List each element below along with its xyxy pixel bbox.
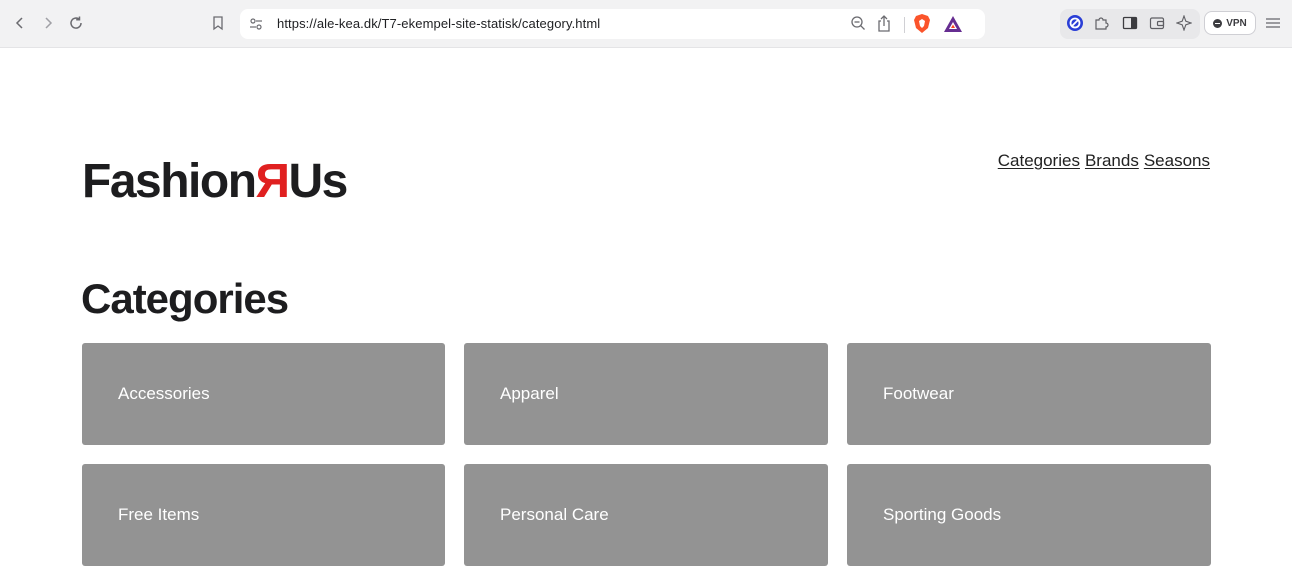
category-card-accessories[interactable]: Accessories (82, 343, 445, 445)
vpn-label: VPN (1226, 17, 1247, 29)
page-title: Categories (81, 275, 289, 322)
puzzle-icon[interactable] (1092, 13, 1112, 33)
category-label: Accessories (118, 384, 210, 403)
main-nav: Categories Brands Seasons (998, 151, 1210, 171)
reload-icon[interactable] (66, 12, 86, 34)
zoom-out-icon[interactable] (850, 15, 867, 37)
menu-icon[interactable] (1263, 12, 1283, 34)
logo-r: Я (255, 155, 291, 208)
site-settings-icon[interactable] (248, 16, 264, 32)
nav-link-categories[interactable]: Categories (998, 151, 1080, 171)
logo-prefix: Fashion (82, 155, 257, 208)
leo-icon[interactable] (1174, 13, 1194, 33)
share-icon[interactable] (876, 14, 892, 38)
vpn-button[interactable]: VPN (1204, 11, 1256, 35)
nav-link-brands[interactable]: Brands (1085, 151, 1139, 171)
divider (904, 17, 905, 33)
nav-link-seasons[interactable]: Seasons (1144, 151, 1210, 171)
category-label: Footwear (883, 384, 954, 403)
bookmark-icon[interactable] (208, 12, 228, 34)
site-logo[interactable]: FashionЯUs (82, 154, 349, 209)
address-bar[interactable]: https://ale-kea.dk/T7-ekempel-site-stati… (240, 9, 985, 39)
category-label: Free Items (118, 505, 200, 524)
url-text[interactable]: https://ale-kea.dk/T7-ekempel-site-stati… (277, 16, 600, 31)
category-label: Sporting Goods (883, 505, 1002, 524)
bat-rewards-icon[interactable] (943, 14, 963, 39)
category-card-sporting-goods[interactable]: Sporting Goods (847, 464, 1211, 566)
web-page: FashionЯUs Categories Brands Seasons Cat… (0, 49, 1292, 566)
sidebar-icon[interactable] (1120, 13, 1140, 33)
category-card-free-items[interactable]: Free Items (82, 464, 445, 566)
brave-shields-icon[interactable] (912, 13, 932, 40)
wallet-icon[interactable] (1147, 13, 1167, 33)
back-icon[interactable] (10, 12, 30, 34)
category-card-apparel[interactable]: Apparel (464, 343, 828, 445)
category-grid: Accessories Apparel Footwear Free Items … (82, 343, 1211, 566)
vpn-status-icon (1213, 18, 1223, 28)
category-label: Personal Care (500, 505, 609, 524)
extension-blue-icon[interactable] (1065, 13, 1085, 33)
browser-toolbar: https://ale-kea.dk/T7-ekempel-site-stati… (0, 0, 1292, 48)
category-card-footwear[interactable]: Footwear (847, 343, 1211, 445)
forward-icon[interactable] (38, 12, 58, 34)
logo-suffix: Us (288, 155, 349, 208)
category-card-personal-care[interactable]: Personal Care (464, 464, 828, 566)
category-label: Apparel (500, 384, 559, 403)
